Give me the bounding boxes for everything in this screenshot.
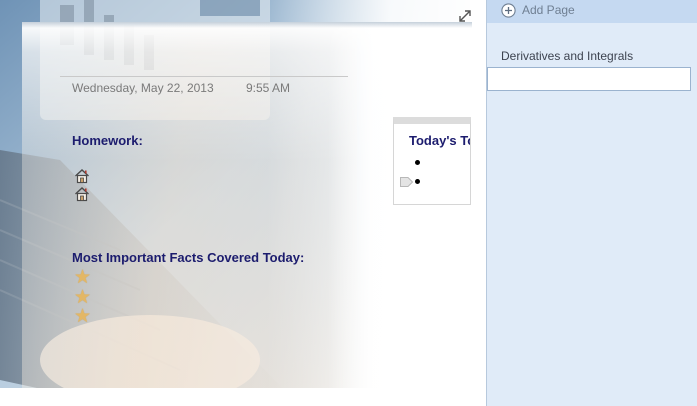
date-divider: [60, 76, 348, 77]
page-item-label: Derivatives and Integrals: [501, 49, 634, 63]
star-tag-icon[interactable]: ★: [74, 307, 91, 326]
todo-title[interactable]: Today's To Do: [409, 133, 470, 148]
expand-icon[interactable]: [457, 8, 473, 24]
note-canvas[interactable]: Wednesday, May 22, 2013 9:55 AM Homework…: [0, 0, 486, 406]
page-tabs-pane: Add Page Derivatives and Integrals: [486, 0, 697, 406]
page-date[interactable]: Wednesday, May 22, 2013: [72, 81, 214, 95]
todo-bullet[interactable]: [415, 179, 420, 184]
todo-note-container[interactable]: Today's To Do: [393, 117, 471, 205]
paragraph-handle-icon[interactable]: [400, 177, 413, 187]
add-page-button[interactable]: Add Page: [487, 0, 697, 23]
new-page-title-field[interactable]: [487, 67, 691, 91]
homework-heading[interactable]: Homework:: [72, 133, 143, 148]
add-page-label: Add Page: [522, 3, 575, 17]
star-tag-icon[interactable]: ★: [74, 288, 91, 307]
home-tag-icon[interactable]: [74, 186, 90, 202]
home-tag-icon[interactable]: [74, 168, 90, 184]
star-tag-icon[interactable]: ★: [74, 268, 91, 287]
page-item-derivatives-and-integrals[interactable]: Derivatives and Integrals: [487, 42, 697, 68]
plus-circle-icon: [501, 3, 516, 18]
facts-heading[interactable]: Most Important Facts Covered Today:: [72, 250, 304, 265]
page-top-shadow: [22, 22, 472, 28]
todo-bullet[interactable]: [415, 160, 420, 165]
page-time[interactable]: 9:55 AM: [246, 81, 290, 95]
